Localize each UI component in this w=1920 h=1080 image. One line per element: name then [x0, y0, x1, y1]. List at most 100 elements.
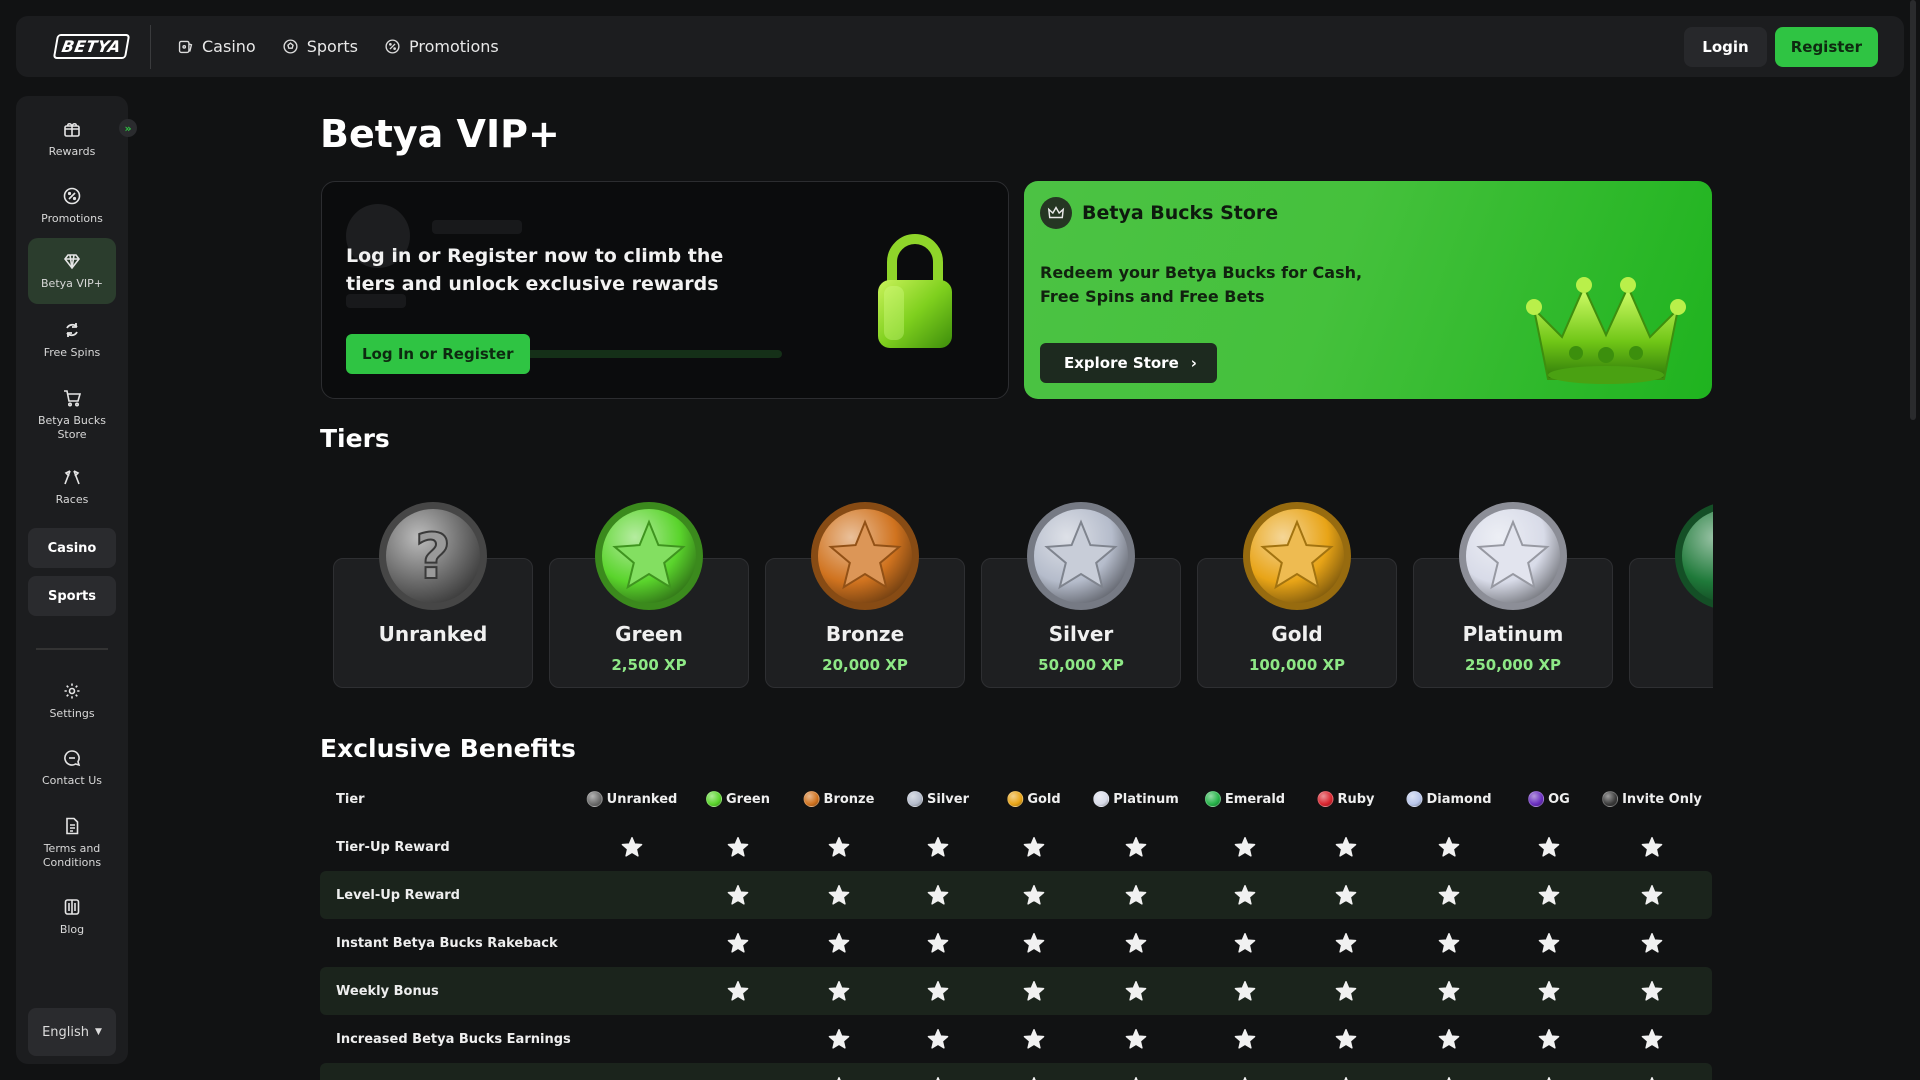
tier-column-header: Tier [336, 791, 365, 807]
star-icon [1538, 980, 1560, 1001]
tier-column-label: Bronze [823, 791, 875, 807]
sidebar-item-label: Betya Bucks Store [37, 414, 107, 441]
sidebar-casino-button[interactable]: Casino [28, 528, 116, 568]
star-icon [1547, 1076, 1551, 1080]
tier-column-label: Ruby [1337, 791, 1375, 807]
sidebar-item-free-spins[interactable]: Free Spins [28, 311, 116, 369]
sidebar: » Rewards Promotions Betya VIP+ Free Spi… [16, 96, 137, 1064]
benefit-cell [1335, 1063, 1357, 1080]
sidebar-item-promotions[interactable]: Promotions [28, 177, 116, 235]
benefit-cell [1023, 1063, 1045, 1080]
star-icon [1641, 932, 1663, 953]
star-icon [1650, 1076, 1654, 1080]
benefit-cell [727, 871, 749, 919]
page-scrollbar[interactable] [1910, 0, 1916, 420]
sidebar-item-label: Terms and Conditions [42, 842, 102, 869]
star-icon [1234, 836, 1256, 857]
explore-store-button[interactable]: Explore Store › [1040, 343, 1217, 383]
nav-casino-label: Casino [202, 37, 256, 56]
benefit-cell [927, 919, 949, 967]
book-icon [64, 899, 80, 915]
gear-icon [64, 683, 80, 699]
sidebar-item-races[interactable]: Races [28, 458, 116, 516]
star-icon [1234, 980, 1256, 1001]
logo-text: BETYA [52, 34, 130, 59]
benefit-cell [1125, 919, 1147, 967]
sidebar-expand-icon[interactable]: » [119, 119, 137, 137]
benefit-cell [828, 967, 850, 1015]
star-icon [837, 1076, 841, 1080]
tier-column-label: Gold [1027, 791, 1061, 807]
benefit-cell [927, 823, 949, 871]
benefit-cell [1538, 1063, 1560, 1080]
benefit-row: Weekly Bonus [320, 967, 1712, 1015]
sidebar-item-blog[interactable]: Blog [28, 888, 116, 946]
benefit-cell [1234, 823, 1256, 871]
login-button[interactable]: Login [1684, 26, 1767, 67]
sidebar-item-label: Betya VIP+ [41, 277, 103, 290]
star-icon [1538, 932, 1560, 953]
benefit-cell [1335, 871, 1357, 919]
tier-column-header: Silver [907, 775, 969, 823]
betya-logo[interactable]: BETYA [52, 33, 130, 61]
sidebar-item-bucks-store[interactable]: Betya Bucks Store [28, 378, 116, 452]
benefit-cell [1438, 1015, 1460, 1063]
sidebar-sports-button[interactable]: Sports [28, 576, 116, 616]
benefit-cell [621, 823, 643, 871]
tier-column-header: Gold [1007, 775, 1061, 823]
nav-casino[interactable]: Casino [177, 37, 256, 56]
star-icon [1438, 1028, 1460, 1049]
star-icon [1023, 1028, 1045, 1049]
benefit-row: Increased Betya Bucks Earnings [320, 1015, 1712, 1063]
benefit-cell [1538, 967, 1560, 1015]
star-icon [1438, 932, 1460, 953]
star-icon [927, 1028, 949, 1049]
sidebar-item-contact[interactable]: Contact Us [28, 739, 116, 797]
tier-dot-icon [706, 791, 723, 807]
casino-icon [178, 40, 193, 54]
benefit-cell [1125, 967, 1147, 1015]
bucks-store-card: Betya Bucks Store Redeem your Betya Buck… [1024, 181, 1712, 399]
star-icon [1125, 884, 1147, 905]
benefit-cell [1641, 823, 1663, 871]
sports-ball-icon [283, 39, 298, 54]
star-icon [1335, 932, 1357, 953]
star-icon [1234, 932, 1256, 953]
chat-icon [64, 750, 81, 767]
benefit-label: Increased Betya Bucks Earnings [336, 1031, 571, 1047]
login-or-register-button[interactable]: Log In or Register [346, 334, 530, 374]
tier-dot-icon [1317, 791, 1334, 807]
topbar-divider [150, 24, 151, 69]
cart-icon [64, 390, 82, 407]
store-description: Redeem your Betya Bucks for Cash, Free S… [1040, 263, 1363, 306]
tier-column-label: Silver [927, 791, 969, 807]
tier-column-header: OG [1528, 775, 1570, 823]
tier-xp: 50,000 XP [1038, 656, 1124, 674]
star-icon [1125, 836, 1147, 857]
star-icon [1032, 1076, 1036, 1080]
sidebar-item-terms[interactable]: Terms and Conditions [28, 806, 116, 880]
sidebar-item-settings[interactable]: Settings [28, 672, 116, 730]
tiers-carousel[interactable]: ? Unranked Green 2,500 XP Bronze 20,000 XP Sil… [333, 500, 1713, 700]
top-navigation-bar: BETYA Casino Sports Promotions Login Reg… [16, 16, 1904, 77]
benefit-cell [828, 1063, 850, 1080]
benefit-cell [1125, 871, 1147, 919]
tier-column-header: Ruby [1317, 775, 1375, 823]
sidebar-item-vip[interactable]: Betya VIP+ [28, 238, 116, 304]
register-button[interactable]: Register [1774, 26, 1878, 67]
benefit-cell [727, 967, 749, 1015]
star-icon [727, 980, 749, 1001]
benefit-cell [1335, 1015, 1357, 1063]
tier-column-label: Platinum [1113, 791, 1179, 807]
tier-medal-icon [1027, 502, 1135, 610]
star-icon [1134, 1076, 1138, 1080]
language-select[interactable]: English ▼ [28, 1008, 116, 1056]
nav-promotions[interactable]: Promotions [384, 37, 499, 56]
sidebar-item-rewards[interactable]: Rewards [28, 110, 116, 168]
nav-sports[interactable]: Sports [282, 37, 358, 56]
benefit-cell [828, 871, 850, 919]
tier-medal-icon [1243, 502, 1351, 610]
language-label: English [42, 1024, 90, 1040]
star-icon [1335, 884, 1357, 905]
benefit-cell [1023, 919, 1045, 967]
